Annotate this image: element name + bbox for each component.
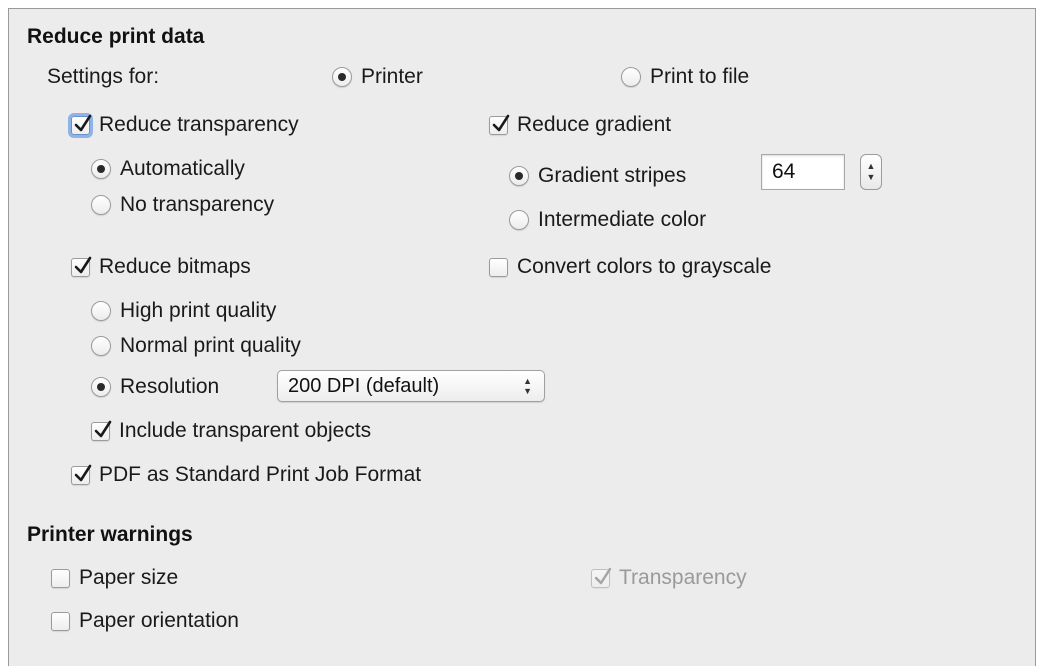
include-transparent-checkbox[interactable]: Include transparent objects (91, 419, 371, 443)
radio-high-print-quality[interactable]: High print quality (91, 299, 276, 323)
reduce-transparency-check[interactable] (71, 114, 92, 135)
radio-automatically-label: Automatically (120, 157, 245, 180)
reduce-bitmaps-check[interactable] (71, 256, 92, 277)
paper-orientation-checkbox[interactable]: Paper orientation (51, 609, 239, 633)
reduce-bitmaps-label: Reduce bitmaps (99, 255, 251, 278)
radio-normal-print-quality[interactable]: Normal print quality (91, 334, 301, 358)
radio-high-print-quality-indicator[interactable] (91, 301, 111, 321)
stepper-down-icon[interactable]: ▼ (867, 172, 876, 183)
printer-warnings-heading: Printer warnings (27, 523, 193, 546)
reduce-gradient-label: Reduce gradient (517, 113, 672, 136)
radio-print-to-file-label: Print to file (650, 65, 750, 88)
radio-high-print-quality-label: High print quality (120, 299, 277, 322)
settings-for-label: Settings for: (47, 65, 160, 88)
paper-size-label: Paper size (79, 566, 179, 589)
stepper-up-icon[interactable]: ▲ (867, 161, 876, 172)
convert-grayscale-checkbox[interactable]: Convert colors to grayscale (489, 255, 771, 279)
convert-grayscale-label: Convert colors to grayscale (517, 255, 772, 278)
radio-print-to-file-indicator[interactable] (621, 67, 641, 87)
reduce-bitmaps-checkbox[interactable]: Reduce bitmaps (71, 255, 251, 279)
paper-orientation-check[interactable] (51, 611, 70, 631)
gradient-stripes-stepper[interactable]: ▲ ▼ (860, 154, 882, 190)
gradient-stripes-input[interactable] (761, 154, 845, 190)
reduce-transparency-label: Reduce transparency (99, 113, 299, 136)
checkmark-icon (74, 464, 92, 481)
pdf-standard-label: PDF as Standard Print Job Format (99, 463, 422, 486)
resolution-select[interactable]: 200 DPI (default) ▲ ▼ (277, 370, 545, 402)
checkmark-icon (74, 114, 92, 131)
convert-grayscale-check[interactable] (489, 257, 508, 277)
radio-printer-indicator[interactable] (332, 67, 352, 87)
radio-automatically[interactable]: Automatically (91, 157, 245, 181)
transparency-warning-checkbox: Transparency (591, 566, 747, 590)
radio-automatically-indicator[interactable] (91, 159, 111, 179)
reduce-print-data-heading: Reduce print data (27, 25, 205, 48)
radio-printer-label: Printer (361, 65, 423, 88)
radio-print-to-file[interactable]: Print to file (621, 65, 749, 89)
pdf-standard-check[interactable] (71, 464, 92, 485)
checkmark-icon (492, 114, 510, 131)
paper-size-check[interactable] (51, 568, 70, 588)
reduce-gradient-check[interactable] (489, 114, 510, 135)
transparency-warning-label: Transparency (619, 566, 747, 589)
select-arrows-icon: ▲ ▼ (523, 376, 532, 396)
radio-gradient-stripes[interactable]: Gradient stripes (509, 164, 686, 188)
radio-gradient-stripes-label: Gradient stripes (538, 164, 687, 187)
paper-size-checkbox[interactable]: Paper size (51, 566, 178, 590)
transparency-warning-check (591, 567, 612, 588)
radio-normal-print-quality-label: Normal print quality (120, 334, 301, 357)
radio-resolution[interactable]: Resolution (91, 375, 219, 399)
resolution-select-value: 200 DPI (default) (288, 374, 440, 397)
include-transparent-check[interactable] (91, 420, 112, 441)
print-options-panel: Reduce print data Settings for: Printer … (8, 8, 1036, 666)
radio-intermediate-color-indicator[interactable] (509, 210, 529, 230)
reduce-transparency-checkbox[interactable]: Reduce transparency (71, 113, 299, 137)
radio-no-transparency[interactable]: No transparency (91, 193, 274, 217)
radio-intermediate-color-label: Intermediate color (538, 208, 707, 231)
checkmark-icon (74, 256, 92, 273)
pdf-standard-checkbox[interactable]: PDF as Standard Print Job Format (71, 463, 421, 487)
radio-resolution-indicator[interactable] (91, 377, 111, 397)
include-transparent-label: Include transparent objects (119, 419, 372, 442)
radio-resolution-label: Resolution (120, 375, 220, 398)
paper-orientation-label: Paper orientation (79, 609, 239, 632)
radio-printer[interactable]: Printer (332, 65, 423, 89)
radio-no-transparency-indicator[interactable] (91, 195, 111, 215)
radio-gradient-stripes-indicator[interactable] (509, 166, 529, 186)
checkmark-icon (594, 567, 612, 584)
radio-normal-print-quality-indicator[interactable] (91, 336, 111, 356)
checkmark-icon (94, 420, 112, 437)
radio-intermediate-color[interactable]: Intermediate color (509, 208, 706, 232)
radio-no-transparency-label: No transparency (120, 193, 275, 216)
reduce-gradient-checkbox[interactable]: Reduce gradient (489, 113, 671, 137)
